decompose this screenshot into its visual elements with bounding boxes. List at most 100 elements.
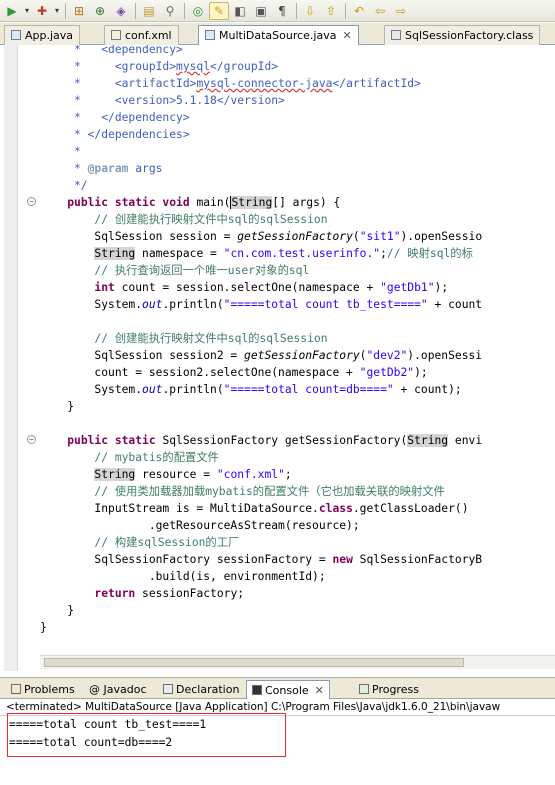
toolbar-separator xyxy=(65,2,66,19)
comment-text: * xyxy=(40,145,81,158)
next-annotation-icon[interactable]: ⇩ xyxy=(300,2,320,20)
code-line: String namespace = "cn.com.test.userinfo… xyxy=(40,245,473,262)
keyword: new xyxy=(332,553,353,566)
static-field: out xyxy=(142,383,163,396)
method-call: getSessionFactory xyxy=(244,349,360,362)
tab-javadoc[interactable]: @ Javadoc xyxy=(84,680,152,699)
scrollbar-thumb[interactable] xyxy=(44,658,464,667)
editor-tab-bar: App.java conf.xml MultiDataSource.java ✕ … xyxy=(0,23,555,46)
toolbar-separator xyxy=(345,2,346,19)
code-text: SqlSessionFactoryB xyxy=(352,553,483,566)
comment-text: // 执行查询返回一个唯一user对象的sql xyxy=(40,264,310,277)
code-text: .build(is, environmentId); xyxy=(40,570,326,583)
tab-multidatasource-java[interactable]: MultiDataSource.java ✕ xyxy=(198,25,359,46)
search-icon[interactable]: ⚲ xyxy=(160,2,180,20)
code-text: System. xyxy=(40,383,143,396)
code-text: InputStream is = MultiDataSource. xyxy=(40,502,319,515)
toggle-whitespace-icon[interactable]: ▣ xyxy=(251,2,271,20)
new-class-icon[interactable]: ⊕ xyxy=(90,2,110,20)
comment-text: * </dependency> xyxy=(40,111,190,124)
target-icon[interactable]: ◎ xyxy=(188,2,208,20)
string-literal: "sit1" xyxy=(359,230,401,243)
code-text: SqlSessionFactory getSessionFactory( xyxy=(155,434,408,447)
string-literal: "cn.com.test.userinfo." xyxy=(223,247,381,260)
code-line: * </dependency> xyxy=(40,109,190,126)
string-literal: "=====total count tb_test====" xyxy=(223,298,428,311)
highlight-box xyxy=(7,713,286,757)
fold-toggle-icon[interactable]: − xyxy=(27,197,36,206)
code-text: resource = xyxy=(135,468,217,481)
code-text: envi xyxy=(448,434,483,447)
run-dropdown-icon[interactable]: ▾ xyxy=(23,2,31,20)
code-line: int count = session.selectOne(namespace … xyxy=(40,279,448,296)
tab-conf-xml[interactable]: conf.xml xyxy=(104,25,179,45)
show-whitespace-icon[interactable]: ¶ xyxy=(272,2,292,20)
code-line: * xyxy=(40,143,81,160)
annotation-ruler xyxy=(4,45,18,671)
static-field: out xyxy=(142,298,163,311)
code-line: * <dependency> xyxy=(40,45,183,58)
code-line: System.out.println("=====total count=db=… xyxy=(40,381,461,398)
code-text: ); xyxy=(414,366,428,379)
code-line: System.out.println("=====total count tb_… xyxy=(40,296,482,313)
code-editor[interactable]: − − * <dependency> * <groupId>mysql</gro… xyxy=(0,45,555,671)
code-text: namespace = xyxy=(135,247,224,260)
debug-icon[interactable]: ✚ xyxy=(32,2,52,20)
last-edit-icon[interactable]: ↶ xyxy=(349,2,369,20)
console-icon xyxy=(252,685,262,695)
back-icon[interactable]: ⇦ xyxy=(370,2,390,20)
code-line: * @param args xyxy=(40,160,162,177)
code-line: // 创建能执行映射文件中sql的sqlSession xyxy=(40,211,327,228)
code-text: ); xyxy=(434,281,449,294)
tab-label: @ Javadoc xyxy=(89,683,147,696)
tab-problems[interactable]: Problems xyxy=(6,680,80,699)
code-text: sessionFactory; xyxy=(135,587,245,600)
highlight-pen-icon[interactable]: ✎ xyxy=(209,1,229,20)
open-folder-icon[interactable]: ▤ xyxy=(139,2,159,20)
tab-console[interactable]: Console ✕ xyxy=(246,680,330,699)
code-text: ; xyxy=(380,247,387,260)
keyword: return xyxy=(94,587,136,600)
code-line: * <version>5.1.18</version> xyxy=(40,92,285,109)
tab-label: MultiDataSource.java xyxy=(219,29,337,42)
code-text: ; xyxy=(284,468,292,481)
method-call: getSessionFactory xyxy=(237,230,353,243)
comment-text: * <dependency> xyxy=(40,45,183,56)
tab-progress[interactable]: Progress xyxy=(354,680,424,699)
toolbar-separator xyxy=(135,2,136,19)
highlighted-type: String xyxy=(407,434,449,447)
new-java-project-icon[interactable]: ⊞ xyxy=(69,2,89,20)
mark-occurrences-icon[interactable]: ◧ xyxy=(230,2,250,20)
code-text: } xyxy=(40,621,47,634)
close-icon[interactable]: ✕ xyxy=(315,684,324,697)
comment-text: // mybatis的配置文件 xyxy=(40,451,219,464)
comment-text: 5.1.18 xyxy=(176,94,217,107)
debug-dropdown-icon[interactable]: ▾ xyxy=(53,2,61,20)
string-literal: "getDb2" xyxy=(359,366,415,379)
tab-app-java[interactable]: App.java xyxy=(4,25,81,45)
code-line: * <groupId>mysql</groupId> xyxy=(40,58,278,75)
comment-text: args xyxy=(128,162,163,175)
code-line: .build(is, environmentId); xyxy=(40,568,326,585)
forward-icon[interactable]: ⇨ xyxy=(391,2,411,20)
comment-text: </groupId> xyxy=(210,60,279,73)
toolbar-separator xyxy=(184,2,185,19)
code-text: count = session2.selectOne(namespace + xyxy=(40,366,360,379)
string-literal: "conf.xml" xyxy=(216,468,285,481)
close-icon[interactable]: ✕ xyxy=(342,29,351,42)
previous-annotation-icon[interactable]: ⇧ xyxy=(321,2,341,20)
keyword: public static xyxy=(67,434,156,447)
code-line: // 构建sqlSession的工厂 xyxy=(40,534,239,551)
tab-declaration[interactable]: Declaration xyxy=(158,680,244,699)
comment-text: mysql xyxy=(176,60,211,73)
highlighted-type: String xyxy=(94,247,136,260)
comment-text: * xyxy=(40,162,88,175)
horizontal-scrollbar[interactable] xyxy=(40,655,555,669)
tab-sqlsessionfactory-class[interactable]: SqlSessionFactory.class xyxy=(384,25,541,45)
run-icon[interactable]: ▶ xyxy=(2,2,22,20)
open-type-icon[interactable]: ◈ xyxy=(111,2,131,20)
tab-label: conf.xml xyxy=(125,29,172,42)
fold-toggle-icon[interactable]: − xyxy=(27,435,36,444)
